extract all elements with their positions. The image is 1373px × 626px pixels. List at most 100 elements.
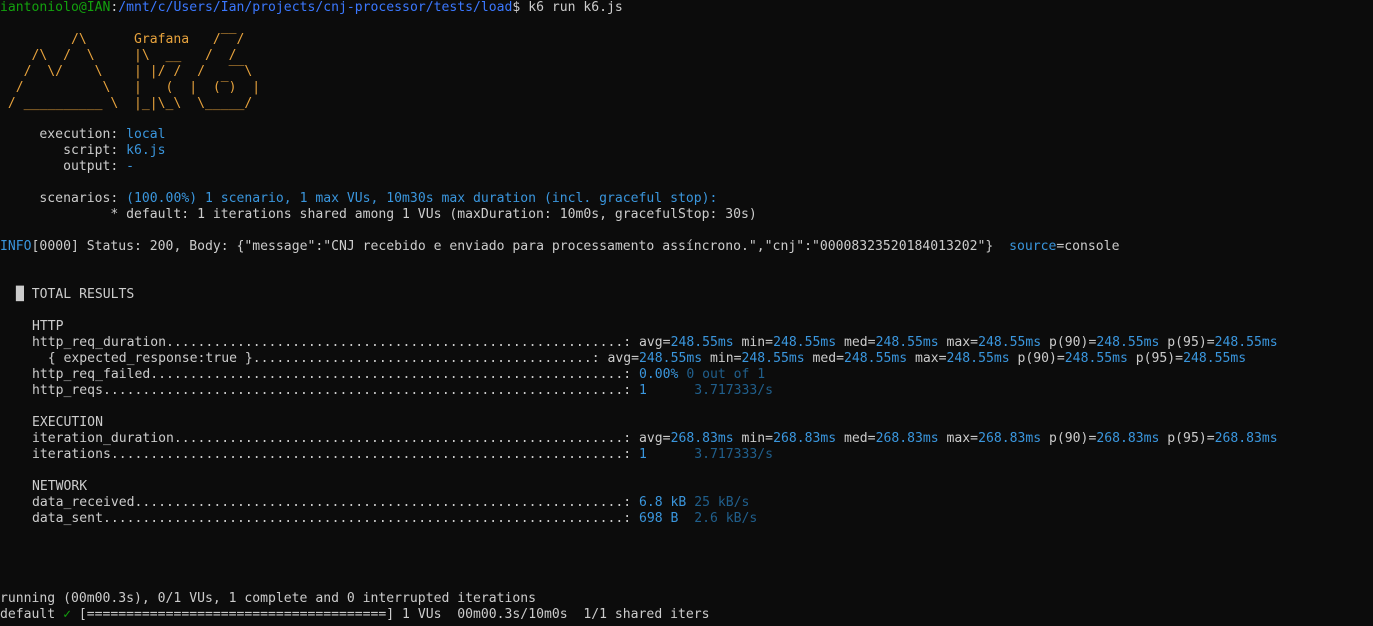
option-execution: execution: local	[0, 127, 166, 143]
metric-stat-label: min=	[702, 351, 742, 366]
progress-bar: [======================================]…	[70, 607, 710, 622]
metric-leader-dots: ........................................…	[150, 367, 640, 382]
scenario-name: default	[0, 607, 64, 622]
metric-stat-value: 268.83ms	[1214, 431, 1278, 446]
metric-stat-label: max=	[907, 351, 947, 366]
metric-stat-label: p(90)=	[1009, 351, 1065, 366]
metric-stat-label: min=	[733, 431, 774, 446]
metric-value: 0.00%	[639, 367, 687, 382]
metric-value: 1	[639, 383, 695, 398]
metric-stat-value: 268.83ms	[773, 431, 837, 446]
metric-row-expected-response: { expected_response:true }..............…	[32, 351, 1246, 367]
k6-logo-line: / \ | ( | (‾) |	[0, 80, 261, 95]
metric-stat-label: max=	[938, 431, 979, 446]
option-label: execution:	[0, 127, 127, 142]
metric-stat-value: 268.83ms	[875, 431, 939, 446]
metric-stat-label: p(90)=	[1041, 335, 1097, 350]
metric-stat-value: 248.55ms	[1096, 335, 1160, 350]
prompt-command: k6 run k6.js	[520, 0, 623, 15]
metric-stat-label: p(95)=	[1159, 335, 1215, 350]
metric-stat-label: med=	[804, 351, 845, 366]
section-heading-http: HTTP	[32, 319, 64, 334]
k6-logo-line: / __________ \ |_|\_\ \_____/	[0, 96, 253, 111]
prompt-user-host: iantoniolo@IAN	[0, 0, 111, 15]
scenarios-line: scenarios: (100.00%) 1 scenario, 1 max V…	[0, 191, 717, 207]
metric-stat-label: med=	[836, 335, 876, 350]
terminal-window[interactable]: iantoniolo@IAN:/mnt/c/Users/Ian/projects…	[0, 0, 1373, 626]
metric-stat-value: 268.83ms	[978, 431, 1042, 446]
metric-leader-dots: ........................................…	[110, 447, 640, 462]
metric-leader-dots: ........................................…	[166, 335, 640, 350]
metric-stat-value: 248.55ms	[639, 351, 703, 366]
option-output: output: -	[0, 159, 134, 175]
metric-name: { expected_response:true }	[32, 351, 253, 366]
option-value: -	[126, 159, 135, 174]
metric-row-data-sent: data_sent...............................…	[32, 511, 757, 527]
log-source-key: source	[1009, 239, 1057, 254]
log-message: [0000] Status: 200, Body: {"message":"CN…	[31, 239, 1010, 254]
metric-stat-label: avg=	[639, 431, 671, 446]
metric-leader-dots: ........................................…	[252, 351, 608, 366]
metric-stat-value: 248.55ms	[670, 335, 734, 350]
k6-logo-line: / \/ \ | |/ / / ‾‾\	[0, 64, 253, 79]
metric-stat-value: 248.55ms	[946, 351, 1010, 366]
metric-stat-label: max=	[938, 335, 979, 350]
progress-line: default ✓ [=============================…	[0, 607, 710, 623]
section-heading-execution: EXECUTION	[32, 415, 103, 430]
metric-stat-label: min=	[733, 335, 774, 350]
metric-name: iteration_duration	[32, 431, 174, 446]
metric-row-http-req-failed: http_req_failed.........................…	[32, 367, 765, 383]
results-title-text: TOTAL RESULTS	[23, 287, 135, 302]
metric-stat-label: p(95)=	[1127, 351, 1184, 366]
metric-stat-value: 268.83ms	[1096, 431, 1160, 446]
metric-stat-label: med=	[836, 431, 876, 446]
metric-name: data_sent	[32, 511, 103, 526]
info-log-line: INFO[0000] Status: 200, Body: {"message"…	[0, 239, 1119, 255]
metric-stat-value: 248.55ms	[1064, 351, 1128, 366]
option-script: script: k6.js	[0, 143, 166, 159]
metric-row-data-received: data_received...........................…	[32, 495, 749, 511]
prompt-path: /mnt/c/Users/Ian/projects/cnj-processor/…	[118, 0, 513, 15]
metric-stat-value: 248.55ms	[1214, 335, 1278, 350]
metric-name: data_received	[32, 495, 135, 510]
metric-stat-value: 268.83ms	[670, 431, 734, 446]
metric-rate: 2.6 kB/s	[694, 511, 758, 526]
metric-rate: 3.717333/s	[694, 447, 774, 462]
log-source-value: console	[1064, 239, 1120, 254]
metric-rate: 25 kB/s	[694, 495, 750, 510]
option-label: script:	[0, 143, 127, 158]
metric-stat-value: 248.55ms	[875, 335, 939, 350]
metric-stat-label: p(90)=	[1041, 431, 1097, 446]
metric-value: 6.8 kB	[639, 495, 695, 510]
option-value: local	[126, 127, 166, 142]
metric-row-http-req-duration: http_req_duration.......................…	[32, 335, 1278, 351]
metric-leader-dots: ........................................…	[173, 431, 640, 446]
metric-leader-dots: ........................................…	[134, 495, 640, 510]
metric-stat-value: 248.55ms	[978, 335, 1042, 350]
metric-stat-value: 248.55ms	[741, 351, 805, 366]
metric-rate: 3.717333/s	[694, 383, 774, 398]
option-label: output:	[0, 159, 127, 174]
k6-logo-line: /\ / \ |\ __ / /	[0, 48, 237, 63]
scenarios-value: (100.00%) 1 scenario, 1 max VUs, 10m30s …	[126, 191, 718, 206]
option-value: k6.js	[126, 143, 166, 158]
metric-stat-value: 248.55ms	[1183, 351, 1247, 366]
metric-value: 1	[639, 447, 695, 462]
section-heading-network: NETWORK	[32, 479, 88, 494]
running-status-line: running (00m00.3s), 0/1 VUs, 1 complete …	[0, 591, 537, 606]
results-block-marker: █	[16, 287, 24, 302]
check-icon: ✓	[63, 607, 71, 622]
metric-leader-dots: ........................................…	[102, 383, 640, 398]
metric-value: 698 B	[639, 511, 695, 526]
metric-row-iteration-duration: iteration_duration......................…	[32, 431, 1278, 447]
metric-stat-value: 248.55ms	[844, 351, 908, 366]
metric-name: http_req_duration	[32, 335, 167, 350]
metric-stat-value: 248.55ms	[773, 335, 837, 350]
scenarios-label: scenarios:	[0, 191, 127, 206]
log-level: INFO	[0, 239, 32, 254]
metric-rate: 0 out of 1	[686, 367, 766, 382]
metric-row-http-reqs: http_reqs...............................…	[32, 383, 773, 399]
metric-row-iterations: iterations..............................…	[32, 447, 773, 463]
shell-prompt-line: iantoniolo@IAN:/mnt/c/Users/Ian/projects…	[0, 0, 623, 16]
metric-stat-label: avg=	[607, 351, 640, 366]
